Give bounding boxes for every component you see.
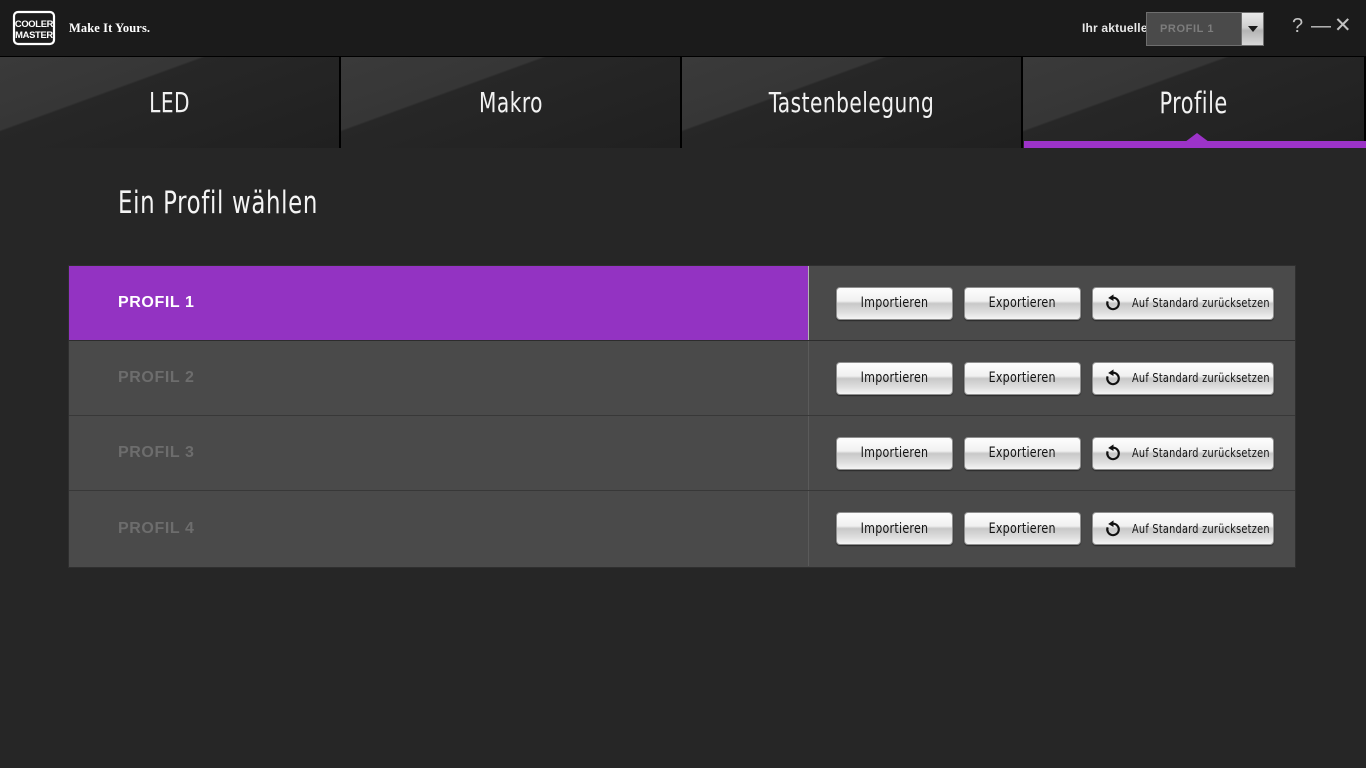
profile-row[interactable]: PROFIL 3 Importieren Exportieren Auf Sta…	[69, 416, 1295, 491]
brand-tagline: Make It Yours.	[69, 20, 151, 35]
profile-list: PROFIL 1 Importieren Exportieren Auf Sta…	[68, 265, 1296, 568]
help-button[interactable]: ?	[1292, 16, 1303, 36]
profile-name: PROFIL 2	[118, 369, 195, 386]
profile-name: PROFIL 1	[118, 294, 195, 311]
main-content: Ein Profil wählen PROFIL 1 Importieren E…	[0, 148, 1366, 768]
svg-text:MASTER: MASTER	[15, 29, 53, 40]
reset-button-label: Auf Standard zurücksetzen	[1132, 296, 1270, 310]
export-button-label: Exportieren	[988, 370, 1057, 386]
active-tab-underline	[1024, 141, 1366, 148]
tab-tastenbelegung[interactable]: Tastenbelegung	[682, 57, 1023, 148]
profile-name: PROFIL 3	[118, 444, 195, 461]
undo-arrow-icon	[1106, 294, 1120, 311]
reset-button-label: Auf Standard zurücksetzen	[1132, 446, 1270, 460]
profile-row-actions: Importieren Exportieren Auf Standard zur…	[836, 416, 1274, 490]
close-button[interactable]: ✕	[1334, 15, 1352, 36]
profile-row-select-area[interactable]: PROFIL 3	[69, 416, 809, 490]
tab-led[interactable]: LED	[0, 57, 341, 148]
reset-button-label: Auf Standard zurücksetzen	[1132, 371, 1270, 385]
profile-row-actions: Importieren Exportieren Auf Standard zur…	[836, 341, 1274, 415]
tab-tastenbelegung-label: Tastenbelegung	[768, 86, 935, 119]
reset-to-default-button[interactable]: Auf Standard zurücksetzen	[1092, 361, 1274, 395]
tab-led-label: LED	[149, 86, 190, 119]
tab-makro[interactable]: Makro	[341, 57, 682, 148]
profile-row-select-area[interactable]: PROFIL 2	[69, 341, 809, 415]
export-button-label: Exportieren	[988, 520, 1057, 537]
profile-row-select-area[interactable]: PROFIL 1	[69, 266, 809, 340]
profile-select-value: PROFIL 1	[1160, 23, 1215, 35]
import-button-label: Importieren	[860, 445, 929, 461]
profile-row[interactable]: PROFIL 1 Importieren Exportieren Auf Sta…	[69, 266, 1295, 341]
reset-button-label: Auf Standard zurücksetzen	[1132, 521, 1270, 536]
undo-arrow-icon	[1106, 444, 1120, 461]
profile-name: PROFIL 4	[118, 519, 195, 537]
undo-arrow-icon	[1106, 519, 1120, 536]
export-button-label: Exportieren	[988, 445, 1057, 461]
import-button[interactable]: Importieren	[836, 436, 953, 470]
page-title: Ein Profil wählen	[118, 185, 319, 221]
profile-row-actions: Importieren Exportieren Auf Standard zur…	[836, 266, 1274, 340]
tab-profile-label: Profile	[1159, 85, 1228, 120]
reset-to-default-button[interactable]: Auf Standard zurücksetzen	[1092, 436, 1274, 470]
import-button-label: Importieren	[860, 295, 929, 311]
svg-text:COOLER: COOLER	[15, 18, 54, 29]
profile-select-dropdown[interactable]: PROFIL 1	[1146, 12, 1264, 46]
cooler-master-logo-icon: COOLER MASTER	[10, 8, 58, 48]
export-button[interactable]: Exportieren	[964, 361, 1081, 395]
export-button[interactable]: Exportieren	[964, 512, 1081, 545]
export-button[interactable]: Exportieren	[964, 436, 1081, 470]
export-button-label: Exportieren	[988, 295, 1057, 311]
brand-logo-block: COOLER MASTER Make It Yours.	[10, 8, 150, 48]
chevron-down-icon[interactable]	[1241, 13, 1263, 45]
profile-row[interactable]: PROFIL 4 Importieren Exportieren Auf Sta…	[69, 491, 1295, 566]
import-button-label: Importieren	[860, 520, 929, 537]
import-button[interactable]: Importieren	[836, 361, 953, 395]
main-tab-bar: LED Makro Tastenbelegung Profile	[0, 57, 1366, 148]
import-button-label: Importieren	[860, 370, 929, 386]
profile-row-actions: Importieren Exportieren Auf Standard zur…	[836, 491, 1274, 566]
tab-makro-label: Makro	[478, 86, 543, 119]
profile-row[interactable]: PROFIL 2 Importieren Exportieren Auf Sta…	[69, 341, 1295, 416]
active-tab-pointer-icon	[1185, 133, 1209, 142]
title-bar: COOLER MASTER Make It Yours. Ihr aktuell…	[0, 0, 1366, 57]
profile-row-select-area[interactable]: PROFIL 4	[69, 491, 809, 566]
import-button[interactable]: Importieren	[836, 286, 953, 320]
undo-arrow-icon	[1106, 369, 1120, 386]
reset-to-default-button[interactable]: Auf Standard zurücksetzen	[1092, 512, 1274, 545]
export-button[interactable]: Exportieren	[964, 286, 1081, 320]
import-button[interactable]: Importieren	[836, 512, 953, 545]
reset-to-default-button[interactable]: Auf Standard zurücksetzen	[1092, 286, 1274, 320]
minimize-button[interactable]: —	[1311, 16, 1331, 36]
